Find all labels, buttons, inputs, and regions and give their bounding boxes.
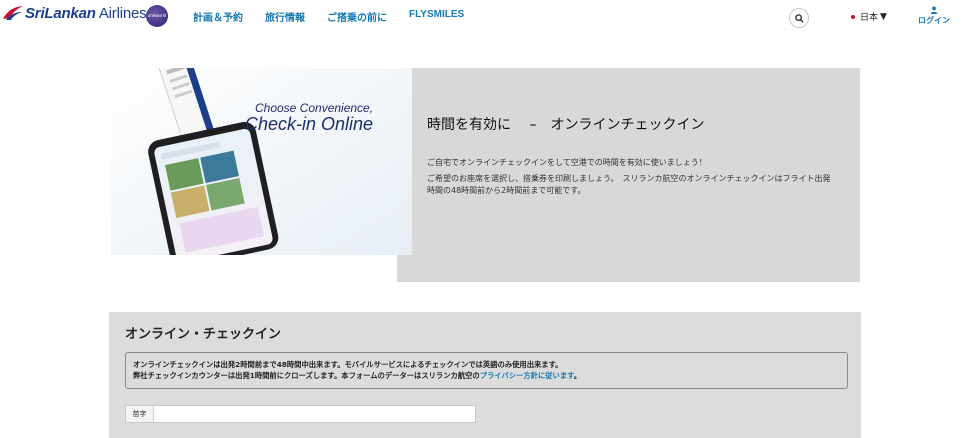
nav-before-you-fly[interactable]: ご搭乗の前に (327, 9, 387, 24)
language-label: 日本 (860, 13, 879, 23)
checkin-title: オンライン・チェックイン (125, 327, 282, 342)
login-label: ログイン (918, 16, 950, 25)
online-checkin-card: オンライン・チェックイン オンラインチェックインは出発2時間前まで48時間中出来… (109, 312, 861, 438)
hero-banner: Choose Convenience, Check-in Online 時間を有… (111, 68, 860, 282)
site-header: SriLankan Airlines oneworld 計画＆予約 旅行情報 ご… (0, 0, 980, 34)
surname-input[interactable] (154, 406, 475, 422)
hero-title: 時間を有効に – オンラインチェックイン (427, 117, 705, 133)
japan-flag-icon (851, 14, 855, 19)
promo-caption: Choose Convenience, Check-in Online (245, 101, 373, 135)
notice-line-2-end: 。 (573, 371, 581, 380)
promo-caption-line1: Choose Convenience, (254, 101, 374, 115)
user-icon (930, 6, 938, 14)
hero-paragraph-1: ご自宅でオンラインチェックインをして空港での時間を有効に使いましょう！ (427, 158, 707, 167)
main-nav: 計画＆予約 旅行情報 ご搭乗の前に FLYSMILES (193, 9, 486, 24)
nav-travel-info[interactable]: 旅行情報 (265, 9, 305, 24)
search-button[interactable] (789, 8, 809, 28)
surname-label: 苗字 (126, 406, 154, 422)
notice-line-2-text: 弊社チェックインカウンターは出発1時間前にクローズします。本フォームのデーターは… (133, 371, 480, 380)
nav-flysmiles[interactable]: FLYSMILES (409, 9, 464, 24)
promo-caption-line2: Check-in Online (245, 114, 374, 134)
surname-field: 苗字 (125, 405, 476, 423)
srilankan-logo[interactable]: SriLankan Airlines (2, 4, 147, 22)
phone-boarding-pass-illustration (111, 68, 412, 255)
oneworld-badge: oneworld (146, 5, 168, 27)
notice-line-1: オンラインチェックインは出発2時間前まで48時間中出来ます。モバイルサービスによ… (133, 360, 563, 369)
notice-line-2: 弊社チェックインカウンターは出発1時間前にクローズします。本フォームのデーターは… (133, 370, 840, 381)
checkin-promo-image: Choose Convenience, Check-in Online (111, 68, 412, 255)
peacock-logo-icon (3, 6, 23, 20)
chevron-down-icon: ▼ (880, 11, 887, 22)
search-icon (794, 13, 804, 23)
checkin-notice: オンラインチェックインは出発2時間前まで48時間中出来ます。モバイルサービスによ… (125, 352, 848, 389)
language-selector[interactable]: 日本 ▼ (851, 10, 887, 23)
hero-paragraph-2: ご希望のお座席を選択し、搭乗券を印刷しましょう。 スリランカ航空のオンラインチェ… (427, 174, 831, 195)
nav-plan-book[interactable]: 計画＆予約 (193, 9, 243, 24)
privacy-policy-link[interactable]: プライバシー方針に従います (480, 371, 574, 380)
login-button[interactable]: ログイン (916, 6, 952, 26)
promo-image-bottom (111, 255, 397, 282)
logo-wordmark: SriLankan Airlines (25, 4, 147, 22)
hero-content: 時間を有効に – オンラインチェックイン ご自宅でオンラインチェックインをして空… (427, 114, 837, 201)
